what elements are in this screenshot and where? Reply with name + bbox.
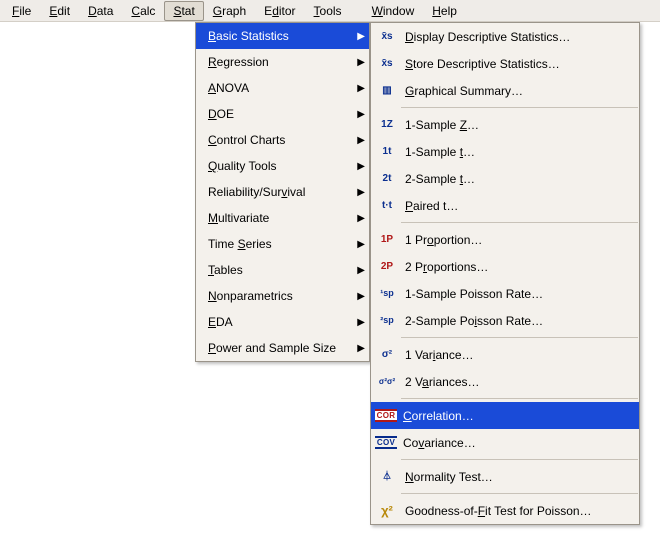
xbar-s-icon: x̄s — [375, 28, 399, 46]
submenu-arrow-icon: ▶ — [355, 291, 365, 302]
two-p-icon: 2P — [375, 258, 399, 276]
chi-square-icon: χ² — [375, 502, 399, 520]
stat-dropdown: Basic Statistics ▶ Regression ▶ ANOVA ▶ … — [195, 22, 370, 362]
stat-doe[interactable]: DOE ▶ — [196, 101, 369, 127]
stat-tables[interactable]: Tables ▶ — [196, 257, 369, 283]
submenu-arrow-icon: ▶ — [355, 317, 365, 328]
two-sigma2-icon: σ²σ² — [375, 373, 399, 391]
basic-graphical-summary[interactable]: ▥ Graphical Summary… — [371, 77, 639, 104]
basic-1t[interactable]: 1t 1-Sample t… — [371, 138, 639, 165]
submenu-arrow-icon: ▶ — [355, 83, 365, 94]
stat-power-sample-size[interactable]: Power and Sample Size ▶ — [196, 335, 369, 361]
cov-icon: COV — [375, 436, 397, 449]
stat-control-charts[interactable]: Control Charts ▶ — [196, 127, 369, 153]
basic-1var[interactable]: σ² 1 Variance… — [371, 341, 639, 368]
separator — [401, 107, 638, 108]
stat-multivariate[interactable]: Multivariate ▶ — [196, 205, 369, 231]
menu-edit[interactable]: Edit — [40, 1, 79, 21]
basic-normality-test[interactable]: ⏃ Normality Test… — [371, 463, 639, 490]
stat-basic-statistics[interactable]: Basic Statistics ▶ — [196, 23, 369, 49]
menu-tools[interactable]: Tools — [305, 1, 351, 21]
one-p-icon: 1P — [375, 231, 399, 249]
menubar: File Edit Data Calc Stat Graph Editor To… — [0, 0, 660, 22]
two-poisson-icon: ²sp — [375, 312, 399, 330]
submenu-arrow-icon: ▶ — [355, 109, 365, 120]
separator — [401, 337, 638, 338]
one-t-icon: 1t — [375, 143, 399, 161]
basic-2p[interactable]: 2P 2 Proportions… — [371, 253, 639, 280]
submenu-arrow-icon: ▶ — [355, 57, 365, 68]
basic-covariance[interactable]: COV Covariance… — [371, 429, 639, 456]
separator — [401, 493, 638, 494]
basic-correlation[interactable]: COR Correlation… — [371, 402, 639, 429]
basic-store-descriptive[interactable]: x̄s Store Descriptive Statistics… — [371, 50, 639, 77]
one-poisson-icon: ¹sp — [375, 285, 399, 303]
menu-file[interactable]: File — [3, 1, 40, 21]
stat-reliability[interactable]: Reliability/Survival ▶ — [196, 179, 369, 205]
stat-regression[interactable]: Regression ▶ — [196, 49, 369, 75]
stat-time-series[interactable]: Time Series ▶ — [196, 231, 369, 257]
submenu-arrow-icon: ▶ — [355, 343, 365, 354]
submenu-arrow-icon: ▶ — [355, 31, 365, 42]
submenu-arrow-icon: ▶ — [355, 187, 365, 198]
submenu-arrow-icon: ▶ — [355, 161, 365, 172]
separator — [401, 398, 638, 399]
menu-window[interactable]: Window — [363, 1, 424, 21]
menu-help[interactable]: Help — [423, 1, 466, 21]
xbar-s-store-icon: x̄s — [375, 55, 399, 73]
basic-1z[interactable]: 1Z 1-Sample Z… — [371, 111, 639, 138]
basic-1p[interactable]: 1P 1 Proportion… — [371, 226, 639, 253]
separator — [401, 222, 638, 223]
submenu-arrow-icon: ▶ — [355, 135, 365, 146]
menu-editor[interactable]: Editor — [255, 1, 304, 21]
cor-icon: COR — [375, 409, 397, 422]
menu-graph[interactable]: Graph — [204, 1, 255, 21]
submenu-arrow-icon: ▶ — [355, 265, 365, 276]
stat-nonparametrics[interactable]: Nonparametrics ▶ — [196, 283, 369, 309]
submenu-arrow-icon: ▶ — [355, 239, 365, 250]
basic-statistics-submenu: x̄s Display Descriptive Statistics… x̄s … — [370, 22, 640, 525]
menu-stat[interactable]: Stat — [164, 1, 203, 21]
basic-display-descriptive[interactable]: x̄s Display Descriptive Statistics… — [371, 23, 639, 50]
basic-1poisson[interactable]: ¹sp 1-Sample Poisson Rate… — [371, 280, 639, 307]
separator — [401, 459, 638, 460]
basic-2t[interactable]: 2t 2-Sample t… — [371, 165, 639, 192]
paired-t-icon: t·t — [375, 197, 399, 215]
two-t-icon: 2t — [375, 170, 399, 188]
graphical-summary-icon: ▥ — [375, 82, 399, 100]
stat-quality-tools[interactable]: Quality Tools ▶ — [196, 153, 369, 179]
one-z-icon: 1Z — [375, 116, 399, 134]
menu-data[interactable]: Data — [79, 1, 122, 21]
basic-2poisson[interactable]: ²sp 2-Sample Poisson Rate… — [371, 307, 639, 334]
basic-paired-t[interactable]: t·t Paired t… — [371, 192, 639, 219]
basic-2var[interactable]: σ²σ² 2 Variances… — [371, 368, 639, 395]
normality-test-icon: ⏃ — [375, 468, 399, 486]
menu-calc[interactable]: Calc — [122, 1, 164, 21]
basic-gof-poisson[interactable]: χ² Goodness-of-Fit Test for Poisson… — [371, 497, 639, 524]
stat-anova[interactable]: ANOVA ▶ — [196, 75, 369, 101]
submenu-arrow-icon: ▶ — [355, 213, 365, 224]
sigma2-icon: σ² — [375, 346, 399, 364]
stat-eda[interactable]: EDA ▶ — [196, 309, 369, 335]
